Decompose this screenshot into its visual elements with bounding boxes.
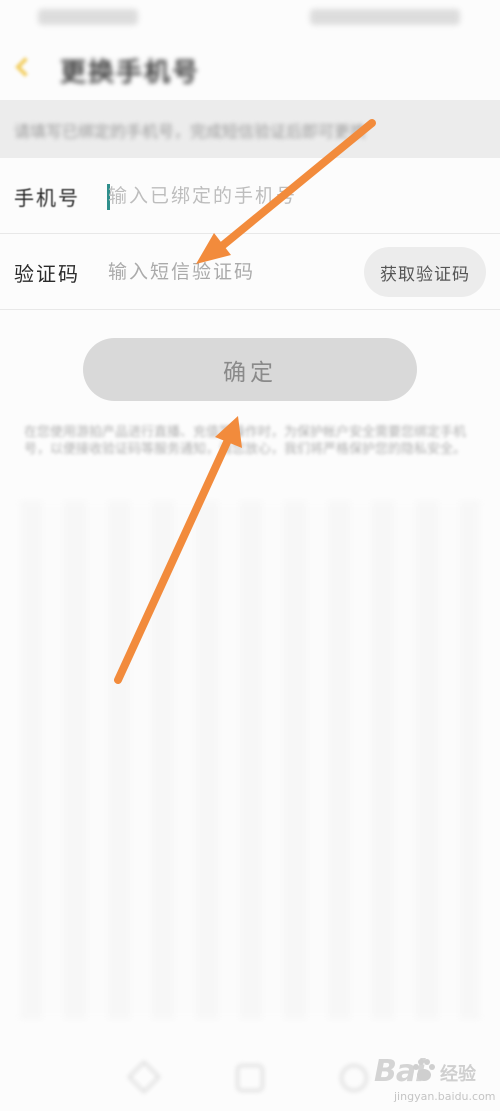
disclaimer-text: 在您使用游拍产品进行直播、充值等操作时，为保护帐户安全需要您绑定手机号，以便接收… bbox=[24, 425, 467, 457]
phone-label: 手机号 bbox=[14, 186, 80, 210]
notice-text: 请填写已绑定的手机号，完成短信验证后即可更换 bbox=[14, 122, 367, 141]
nav-back-icon[interactable] bbox=[127, 1060, 161, 1094]
watermark-url: jingyan.baidu.com bbox=[394, 1090, 496, 1103]
nav-recent-icon[interactable] bbox=[340, 1064, 368, 1092]
baidu-watermark: Bai 经验 jingyan.baidu.com bbox=[372, 1052, 496, 1106]
watermark-suffix: 经验 bbox=[440, 1064, 476, 1085]
code-label: 验证码 bbox=[14, 262, 80, 286]
page-title: 更换手机号 bbox=[60, 58, 201, 88]
back-button[interactable] bbox=[12, 54, 42, 84]
get-code-button[interactable]: 获取验证码 bbox=[364, 247, 486, 297]
confirm-button[interactable]: 确定 bbox=[83, 338, 417, 401]
phone-input[interactable] bbox=[108, 176, 358, 216]
header: 更换手机号 bbox=[0, 38, 500, 100]
chevron-left-icon bbox=[15, 57, 35, 77]
phone-row: 手机号 bbox=[0, 158, 500, 234]
code-row: 验证码 获取验证码 bbox=[0, 234, 500, 310]
background-pattern bbox=[20, 500, 480, 1020]
status-bar-right-icons bbox=[310, 9, 460, 25]
paw-icon bbox=[413, 1059, 435, 1081]
notice-bar: 请填写已绑定的手机号，完成短信验证后即可更换 bbox=[0, 100, 500, 158]
status-bar-left-info bbox=[38, 9, 138, 25]
status-bar bbox=[0, 0, 500, 38]
code-input[interactable] bbox=[108, 252, 358, 292]
nav-home-icon[interactable] bbox=[236, 1064, 264, 1092]
